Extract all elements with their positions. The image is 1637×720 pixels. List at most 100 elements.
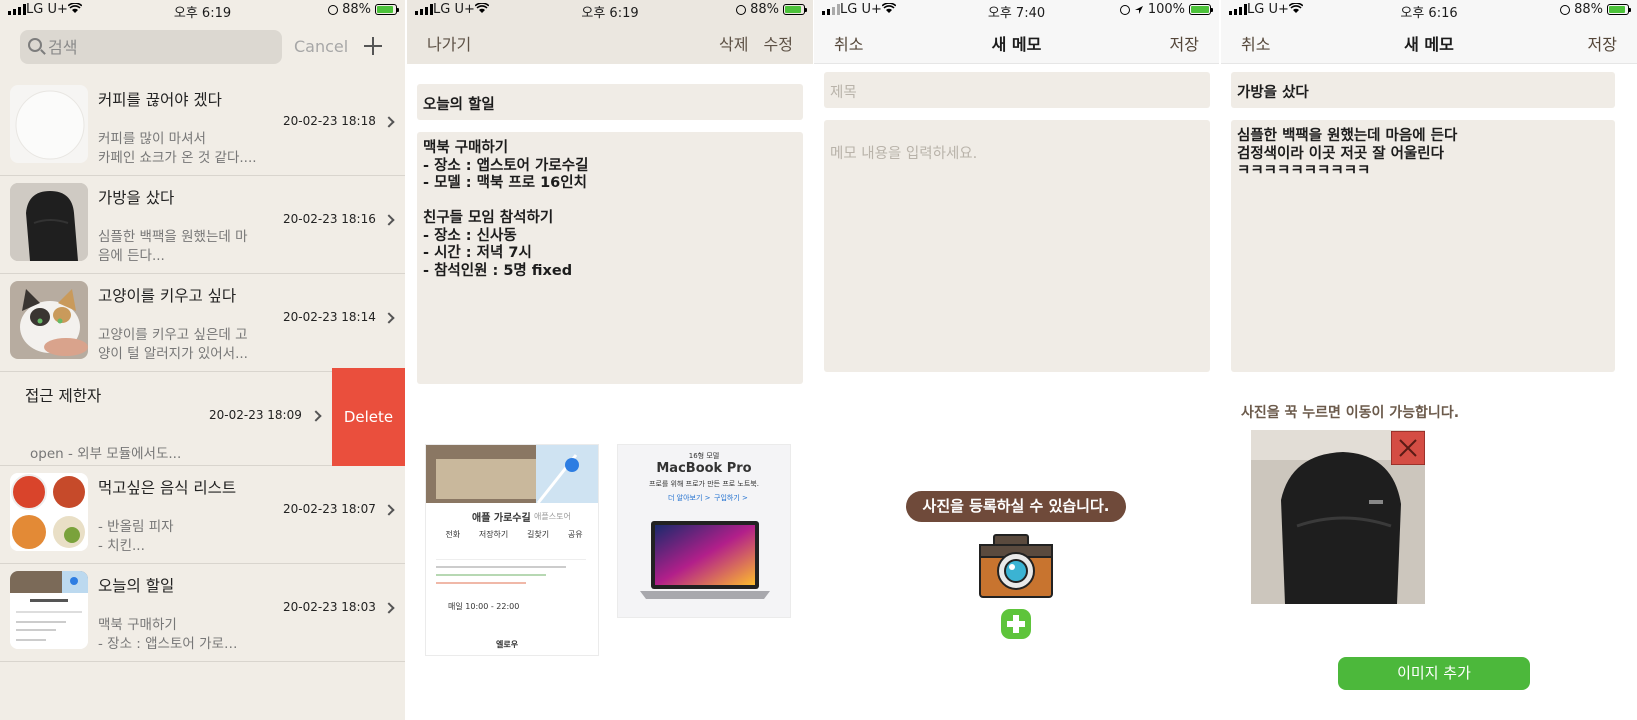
- macbook-tag: 16형 모델: [688, 452, 720, 460]
- rotation-lock-icon: [328, 4, 339, 15]
- memo-preview: 심플한 백팩을 원했는데 마음에 든다...: [98, 229, 248, 264]
- memo-title-field[interactable]: 오늘의 할일: [417, 84, 803, 120]
- rotation-lock-icon: [736, 4, 747, 15]
- buy-link[interactable]: 구입하기 >: [714, 493, 748, 503]
- chevron-right-icon: [383, 116, 395, 128]
- memo-title: 접근 제한자: [25, 387, 102, 405]
- macbook-name: MacBook Pro: [656, 461, 752, 476]
- memo-preview: 커피를 많이 마셔서 카페인 쇼크가 온 것 같다....: [98, 131, 257, 166]
- remove-photo-close-icon[interactable]: [1391, 431, 1425, 465]
- memo-list-screen: LG U+ 오후 6:19 88% Cancel 커피를 끊어야 겠다 커피를 …: [0, 0, 405, 720]
- share-action[interactable]: 공유: [568, 529, 583, 540]
- battery-percent: 88%: [1574, 2, 1603, 17]
- memo-title: 오늘의 할일: [98, 577, 175, 595]
- add-image-button[interactable]: 이미지 추가: [1338, 657, 1530, 690]
- chevron-right-icon: [383, 602, 395, 614]
- title-field[interactable]: 제목: [824, 72, 1210, 108]
- memo-date: 20-02-23 18:07: [283, 502, 376, 516]
- directions-action[interactable]: 길찾기: [527, 529, 549, 540]
- memo-date: 20-02-23 18:03: [283, 600, 376, 614]
- memo-thumbnail: [10, 473, 88, 551]
- memo-thumbnail: [10, 571, 88, 649]
- save-action[interactable]: 저장하기: [479, 529, 508, 540]
- macbook-tagline: 프로를 위해 프로가 만든 프로 노트북.: [649, 480, 759, 488]
- add-photo-plus-icon[interactable]: [1000, 608, 1032, 640]
- search-icon: [28, 38, 42, 52]
- memo-date: 20-02-23 18:09: [209, 408, 302, 422]
- delete-memo-button[interactable]: 삭제: [719, 35, 748, 54]
- call-action[interactable]: 전화: [445, 529, 460, 540]
- attached-image-map[interactable]: 애플 가로수길 애플스토어 전화 저장하기 길찾기 공유 매일 10:00 - …: [425, 444, 599, 656]
- nav-bar: 취소 새 메모 저장: [1221, 22, 1637, 64]
- add-memo-button[interactable]: [362, 35, 384, 57]
- memo-body-field[interactable]: 맥북 구매하기 - 장소 : 앱스토어 가로수길 - 모델 : 맥북 프로 16…: [417, 132, 803, 384]
- chevron-right-icon: [310, 410, 322, 422]
- battery-icon: [783, 4, 807, 15]
- camera-icon[interactable]: [976, 531, 1056, 601]
- title-field[interactable]: 가방을 샀다: [1231, 72, 1615, 108]
- memo-detail-screen: LG U+ 오후 6:19 88% 나가기 삭제 수정 오늘의 할일 맥북 구매…: [407, 0, 813, 720]
- list-item[interactable]: 커피를 끊어야 겠다 커피를 많이 마셔서 카페인 쇼크가 온 것 같다....…: [0, 78, 405, 176]
- drag-hint-label: 사진을 꾹 누르면 이동이 가능합니다.: [1241, 405, 1460, 421]
- body-field[interactable]: 메모 내용을 입력하세요.: [824, 120, 1210, 372]
- memo-title: 가방을 샀다: [98, 189, 175, 207]
- battery-percent: 100%: [1147, 2, 1185, 17]
- memo-date: 20-02-23 18:14: [283, 310, 376, 324]
- save-button[interactable]: 저장: [1588, 31, 1617, 55]
- memo-thumbnail: [10, 183, 88, 261]
- chevron-right-icon: [383, 504, 395, 516]
- cancel-search-button[interactable]: Cancel: [294, 37, 348, 56]
- rotation-lock-icon: [1560, 4, 1571, 15]
- nav-title: 새 메모: [991, 35, 1042, 54]
- search-bar[interactable]: [20, 30, 282, 64]
- nav-title: 새 메모: [1404, 35, 1454, 54]
- backpack-photo-icon: [10, 183, 88, 261]
- store-map-thumbnail-icon: [10, 571, 88, 649]
- memo-preview: 맥북 구매하기 - 장소 : 앱스토어 가로…: [98, 617, 238, 652]
- body-placeholder: 메모 내용을 입력하세요.: [830, 145, 978, 162]
- battery-percent: 88%: [342, 2, 371, 17]
- edit-memo-button[interactable]: 수정: [764, 35, 793, 54]
- memo-title: 고양이를 키우고 싶다: [98, 287, 237, 305]
- coffee-photo-icon: [15, 90, 85, 160]
- memo-thumbnail: [10, 281, 88, 359]
- memo-date: 20-02-23 18:18: [283, 114, 376, 128]
- status-bar: LG U+ 오후 6:19 88%: [407, 0, 813, 22]
- battery-icon: [375, 4, 399, 15]
- laptop-icon: [640, 521, 770, 599]
- place-category: 애플스토어: [534, 512, 571, 521]
- store-hours: 매일 10:00 - 22:00: [448, 602, 520, 611]
- attached-image-macbook[interactable]: 16형 모델 MacBook Pro 프로를 위해 프로가 만든 프로 노트북.…: [617, 444, 791, 618]
- memo-title: 커피를 끊어야 겠다: [98, 91, 222, 109]
- memo-preview: open - 외부 모듈에서도...: [30, 446, 182, 462]
- list-item[interactable]: 고양이를 키우고 싶다 고양이를 키우고 싶은데 고양이 털 알러지가 있어서.…: [0, 274, 405, 372]
- food-photo-icon: [10, 473, 88, 551]
- new-memo-filled-screen: LG U+ 오후 6:16 88% 취소 새 메모 저장 가방을 샀다 심플한 …: [1221, 0, 1637, 720]
- nav-bar: 나가기 삭제 수정: [407, 22, 813, 64]
- save-button[interactable]: 저장: [1170, 31, 1199, 55]
- search-input[interactable]: [48, 35, 273, 59]
- back-button[interactable]: 나가기: [427, 31, 471, 55]
- next-place: 엘로우: [496, 640, 519, 649]
- battery-icon: [1189, 4, 1213, 15]
- list-item[interactable]: 가방을 샀다 심플한 백팩을 원했는데 마음에 든다... 20-02-23 1…: [0, 176, 405, 274]
- list-item[interactable]: 먹고싶은 음식 리스트 - 반올림 피자 - 치킨... 20-02-23 18…: [0, 466, 405, 564]
- chevron-right-icon: [383, 214, 395, 226]
- location-arrow-icon: [1134, 5, 1143, 14]
- battery-percent: 88%: [750, 2, 779, 17]
- status-bar: LG U+ 오후 7:40 100%: [814, 0, 1219, 22]
- memo-date: 20-02-23 18:16: [283, 212, 376, 226]
- cat-photo-icon: [10, 281, 88, 359]
- memo-preview: - 반올림 피자 - 치킨...: [98, 519, 174, 554]
- learn-more-link[interactable]: 더 알아보기 >: [668, 493, 711, 503]
- delete-button[interactable]: Delete: [332, 368, 405, 466]
- memo-preview: 고양이를 키우고 싶은데 고양이 털 알러지가 있어서...: [98, 327, 248, 362]
- photo-hint-label: 사진을 등록하실 수 있습니다.: [906, 491, 1126, 522]
- new-memo-empty-screen: LG U+ 오후 7:40 100% 취소 새 메모 저장 제목 메모 내용을 …: [814, 0, 1219, 720]
- list-item[interactable]: 오늘의 할일 맥북 구매하기 - 장소 : 앱스토어 가로… 20-02-23 …: [0, 564, 405, 662]
- nav-bar: 취소 새 메모 저장: [814, 22, 1219, 64]
- body-field[interactable]: 심플한 백팩을 원했는데 마음에 든다 검정색이라 이곳 저곳 잘 어울린다 ㅋ…: [1231, 120, 1615, 372]
- status-bar: LG U+ 오후 6:16 88%: [1221, 0, 1637, 22]
- battery-icon: [1607, 4, 1631, 15]
- store-photo-icon: [426, 445, 598, 503]
